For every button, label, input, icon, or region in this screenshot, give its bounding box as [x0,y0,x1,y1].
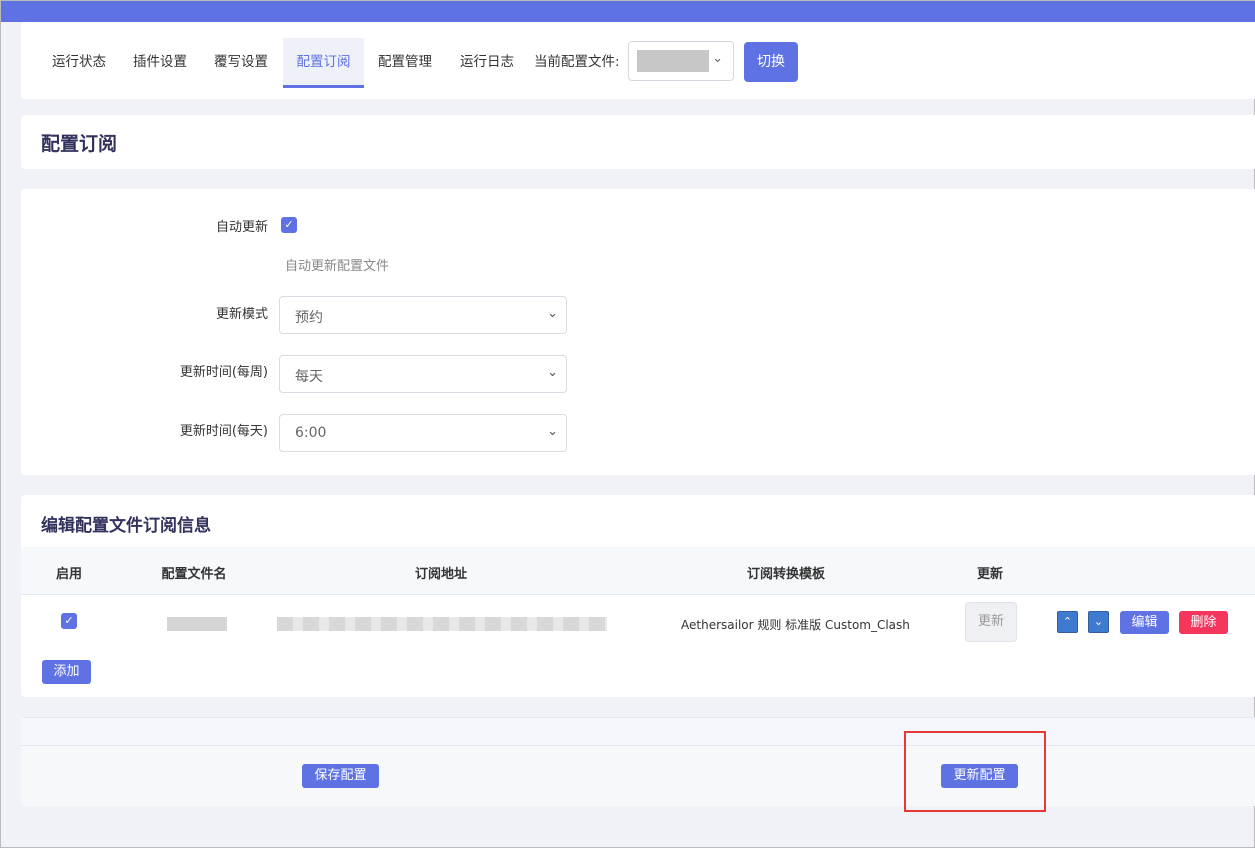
tab-run-log[interactable]: 运行日志 [447,38,527,88]
table-header: 启用 配置文件名 订阅地址 订阅转换模板 更新 [21,547,1255,595]
update-mode-value: 预约 [295,310,323,326]
edit-button[interactable]: 编辑 [1120,611,1169,634]
tab-override-settings[interactable]: 覆写设置 [201,38,281,88]
auto-update-help: 自动更新配置文件 [285,259,390,274]
update-mode-select[interactable]: 预约 ⌄ [279,296,567,334]
update-daily-label: 更新时间(每天) [179,424,268,439]
tab-config-subscription[interactable]: 配置订阅 [283,38,364,88]
page-title-card: 配置订阅 [21,115,1255,169]
chevron-down-icon: ⌄ [1093,615,1104,628]
delete-button[interactable]: 删除 [1179,611,1228,634]
update-weekly-value: 每天 [295,369,323,385]
actions-header [21,718,1255,746]
check-icon: ✓ [64,614,74,627]
subscription-card: 编辑配置文件订阅信息 启用 配置文件名 订阅地址 订阅转换模板 更新 ✓ Aet… [21,495,1255,697]
nav-tabs-card: 运行状态 插件设置 覆写设置 配置订阅 配置管理 运行日志 当前配置文件: ⌄ … [21,22,1255,99]
actions-card: 保存配置 更新配置 [21,717,1255,806]
save-config-button[interactable]: 保存配置 [302,764,379,788]
move-down-button[interactable]: ⌄ [1088,611,1109,633]
col-enabled: 启用 [55,567,83,582]
tab-config-management[interactable]: 配置管理 [365,38,445,88]
add-button[interactable]: 添加 [42,660,91,684]
chevron-up-icon: ⌃ [1062,615,1073,628]
auto-update-label: 自动更新 [215,220,268,235]
update-weekly-select[interactable]: 每天 ⌄ [279,355,567,393]
row-update-button[interactable]: 更新 [965,602,1017,642]
col-config-name: 配置文件名 [161,567,227,582]
chevron-down-icon: ⌄ [547,424,558,439]
chevron-down-icon: ⌄ [547,306,558,321]
table-row: ✓ Aethersailor 规则 标准版 Custom_Clash 更新 ⌃ … [21,595,1255,649]
update-mode-label: 更新模式 [215,307,268,322]
highlight-annotation [904,731,1046,812]
subscription-title: 编辑配置文件订阅信息 [41,516,211,536]
page-title: 配置订阅 [41,133,118,155]
update-daily-select[interactable]: 6:00 ⌄ [279,414,567,452]
auto-update-checkbox[interactable]: ✓ [281,217,297,233]
update-weekly-label: 更新时间(每周) [179,365,268,380]
switch-button[interactable]: 切换 [744,42,798,82]
tab-run-status[interactable]: 运行状态 [39,38,119,88]
redacted-config-name [637,50,709,72]
redacted-subscription-url [277,617,607,631]
col-subscription-url: 订阅地址 [414,567,468,582]
check-icon: ✓ [284,218,294,231]
row-template: Aethersailor 规则 标准版 Custom_Clash [681,618,910,632]
update-settings-card: 自动更新 ✓ 自动更新配置文件 更新模式 预约 ⌄ 更新时间(每周) 每天 ⌄ … [21,189,1255,475]
col-update: 更新 [976,567,1004,582]
chevron-down-icon: ⌄ [547,365,558,380]
redacted-config-name [167,617,227,631]
tab-plugin-settings[interactable]: 插件设置 [120,38,200,88]
current-config-select[interactable]: ⌄ [628,41,734,81]
top-banner [1,1,1255,22]
row-enabled-checkbox[interactable]: ✓ [61,613,77,629]
update-daily-value: 6:00 [295,425,327,441]
current-config-label: 当前配置文件: [534,54,620,70]
col-convert-template: 订阅转换模板 [746,567,826,582]
chevron-down-icon: ⌄ [712,51,723,66]
move-up-button[interactable]: ⌃ [1057,611,1078,633]
